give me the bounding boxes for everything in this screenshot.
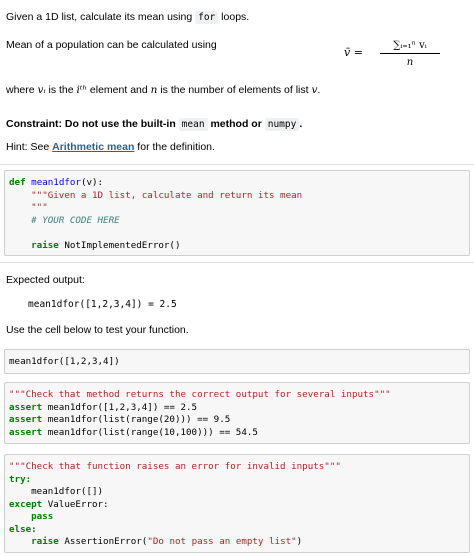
constraint-line: Constraint: Do not use the built-in mean… [6, 118, 302, 131]
code-cell-mean1dfor[interactable]: def mean1dfor(v): """Given a 1D list, ca… [4, 170, 470, 256]
markdown-cell-intro[interactable]: Given a 1D list, calculate its mean usin… [0, 0, 474, 162]
code-test-call[interactable]: mean1dfor([1,2,3,4]) [9, 356, 120, 369]
code-assert-tests[interactable]: """Check that method returns the correct… [9, 389, 391, 439]
inline-code-numpy: numpy [264, 118, 300, 131]
code-error-test[interactable]: """Check that function raises an error f… [9, 461, 341, 549]
where-text: . [317, 84, 321, 96]
formula-fraction: ∑ᵢ₌₁ⁿ vᵢ n [380, 40, 440, 68]
docstring-end: """ [9, 202, 48, 213]
code-cell-assert-tests[interactable]: """Check that method returns the correct… [4, 382, 470, 444]
intro-text: loops. [218, 11, 250, 23]
code-text: AssertionError( [58, 536, 148, 547]
code-cell-error-test[interactable]: """Check that function raises an error f… [4, 454, 470, 553]
code-mean1dfor-definition[interactable]: def mean1dfor(v): """Given a 1D list, ca… [9, 177, 302, 252]
docstring: """Given a 1D list, calculate and return… [9, 189, 303, 201]
code-text: mean1dfor(list(range(20))) == 9.5 [42, 414, 231, 425]
arithmetic-mean-link[interactable]: Arithmetic mean [52, 141, 134, 153]
keyword-raise: raise [9, 239, 59, 251]
inline-code-mean: mean [178, 118, 208, 131]
expected-code: mean1dfor([1,2,3,4]) = 2.5 [28, 299, 177, 310]
code-text: NotImplementedError() [58, 239, 181, 251]
hint-text: Hint: See [6, 141, 53, 153]
formula-lhs: v̄ = [344, 46, 363, 59]
intro-line-2: Mean of a population can be calculated u… [6, 39, 217, 51]
expected-label: Expected output: [6, 274, 85, 286]
where-text: where [6, 84, 38, 96]
keyword-assert: assert [9, 426, 43, 438]
constraint-text: . [299, 118, 303, 130]
code-text: mean1dfor([1,2,3,4]) == 2.5 [42, 401, 198, 413]
function-name: mean1dfor [31, 177, 81, 188]
code-text: mean1dfor([]) [9, 486, 104, 497]
markdown-cell-expected[interactable]: Expected output: mean1dfor([1,2,3,4]) = … [0, 264, 474, 342]
where-text: is the number of elements of list [157, 84, 312, 96]
code-text: mean1dfor(list(range(10,100))) == 54.5 [42, 426, 258, 438]
keyword-assert: assert [9, 414, 43, 425]
keyword-pass: pass [9, 511, 54, 522]
intro-text: Given a 1D list, calculate its mean usin… [6, 11, 196, 23]
code-text: (v): [80, 177, 104, 188]
formula-numerator: ∑ᵢ₌₁ⁿ vᵢ [380, 40, 440, 54]
keyword-def: def [9, 177, 26, 188]
docstring: """Check that function raises an error f… [9, 461, 341, 472]
where-text: is the [45, 84, 77, 96]
inline-code-for: for [195, 11, 219, 24]
keyword-try: try: [9, 473, 32, 485]
where-text: element and [87, 84, 151, 96]
hint-text: for the definition. [134, 141, 215, 153]
intro-line-1: Given a 1D list, calculate its mean usin… [6, 11, 249, 24]
hint-line: Hint: See Arithmetic mean for the defini… [6, 141, 215, 154]
math-ith: iᵗʰ [76, 84, 88, 96]
code-cell-test-call[interactable]: mean1dfor([1,2,3,4]) [4, 349, 470, 374]
code-text: ValueError: [42, 498, 109, 510]
string-literal: "Do not pass an empty list" [147, 536, 297, 547]
keyword-assert: assert [9, 401, 43, 413]
keyword-except: except [9, 498, 43, 510]
keyword-raise: raise [9, 536, 59, 547]
cell-separator [0, 262, 474, 263]
constraint-text: method or [207, 118, 265, 130]
formula-denominator: n [406, 57, 414, 68]
docstring: """Check that method returns the correct… [9, 389, 391, 400]
code-comment: # YOUR CODE HERE [9, 214, 120, 226]
test-label: Use the cell below to test your function… [6, 324, 189, 336]
code-text: ) [296, 536, 303, 547]
cell-separator [0, 164, 474, 165]
intro-where-line: where vᵢ is the iᵗʰ element and n is the… [6, 84, 320, 97]
constraint-text: Constraint: Do not use the built-in [6, 118, 179, 130]
keyword-else: else: [9, 523, 37, 535]
math-vi: vᵢ [37, 84, 46, 96]
